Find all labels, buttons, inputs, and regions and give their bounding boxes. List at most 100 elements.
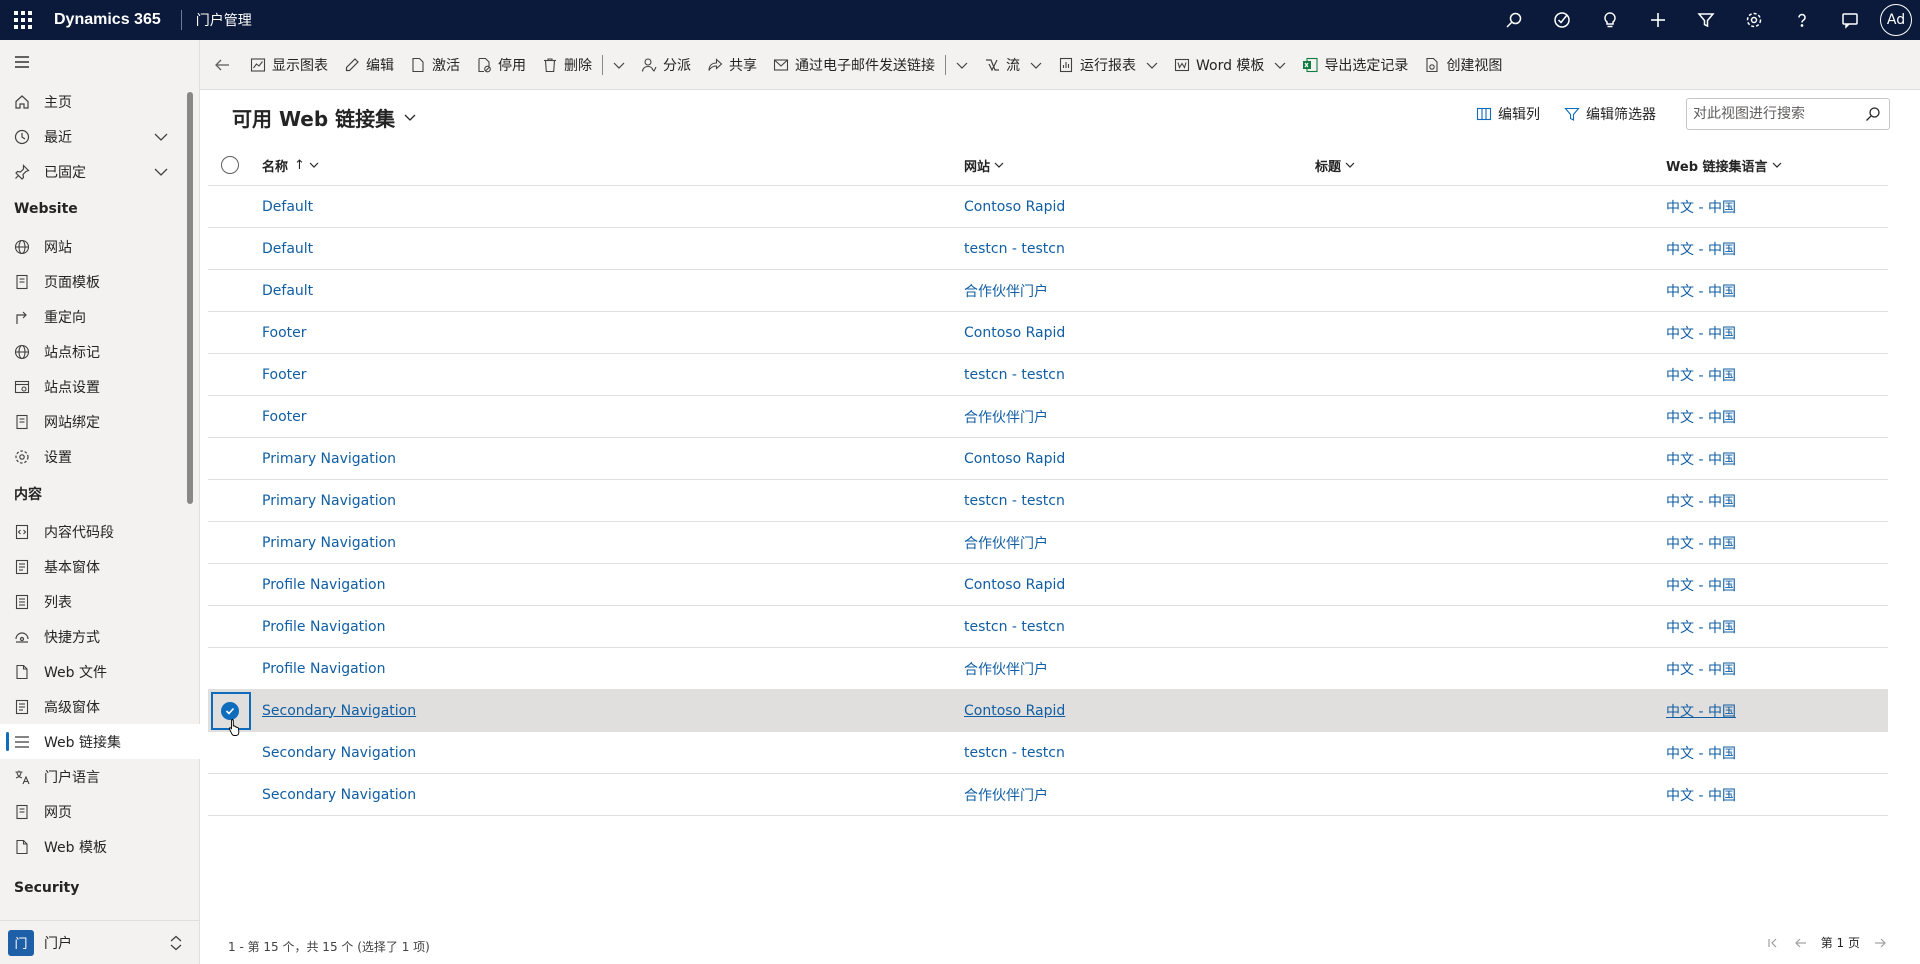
- nav-item-recent[interactable]: 最近: [0, 119, 200, 154]
- run-report-button[interactable]: 运行报表: [1050, 49, 1138, 81]
- report-dropdown-button[interactable]: [1138, 49, 1166, 81]
- cell-website[interactable]: Contoso Rapid: [964, 690, 1065, 731]
- first-page-button[interactable]: [1759, 937, 1787, 949]
- cell-language[interactable]: 中文 - 中国: [1666, 606, 1736, 647]
- avatar[interactable]: Ad: [1880, 4, 1912, 36]
- cell-name[interactable]: Default: [262, 186, 313, 227]
- cell-name[interactable]: Primary Navigation: [262, 480, 396, 521]
- previous-page-button[interactable]: [1787, 937, 1815, 949]
- search-button[interactable]: [1490, 0, 1538, 40]
- chat-button[interactable]: [1826, 0, 1874, 40]
- settings-button[interactable]: [1730, 0, 1778, 40]
- cell-website[interactable]: Contoso Rapid: [964, 312, 1065, 353]
- row-checkbox[interactable]: [208, 270, 252, 311]
- row-checkbox[interactable]: [208, 522, 252, 563]
- flow-button[interactable]: 流: [976, 49, 1022, 81]
- area-name[interactable]: 门户管理: [190, 10, 252, 30]
- nav-item-site-settings[interactable]: 站点设置: [0, 369, 200, 404]
- table-row[interactable]: Primary Navigation Contoso Rapid 中文 - 中国: [208, 438, 1888, 480]
- table-row[interactable]: Default Contoso Rapid 中文 - 中国: [208, 186, 1888, 228]
- nav-item-pinned[interactable]: 已固定: [0, 154, 200, 189]
- email-dropdown-button[interactable]: [948, 49, 976, 81]
- cell-website[interactable]: testcn - testcn: [964, 732, 1065, 773]
- cell-language[interactable]: 中文 - 中国: [1666, 648, 1736, 689]
- show-chart-button[interactable]: 显示图表: [242, 49, 336, 81]
- cell-website[interactable]: 合作伙伴门户: [964, 774, 1048, 815]
- cell-website[interactable]: 合作伙伴门户: [964, 396, 1048, 437]
- row-checkbox[interactable]: [208, 774, 252, 815]
- nav-item-portal-languages[interactable]: 门户语言: [0, 759, 200, 794]
- view-selector[interactable]: 可用 Web 链接集: [232, 102, 417, 132]
- cell-name[interactable]: Secondary Navigation: [262, 732, 416, 773]
- cell-language[interactable]: 中文 - 中国: [1666, 690, 1736, 731]
- row-checkbox[interactable]: [208, 186, 252, 227]
- activate-button[interactable]: 激活: [402, 49, 468, 81]
- nav-item-websites[interactable]: 网站: [0, 229, 200, 264]
- row-checkbox[interactable]: [208, 606, 252, 647]
- nav-item-advanced-forms[interactable]: 高级窗体: [0, 689, 200, 724]
- row-checkbox[interactable]: [208, 228, 252, 269]
- nav-item-lists[interactable]: 列表: [0, 584, 200, 619]
- edit-filters-button[interactable]: 编辑筛选器: [1552, 104, 1668, 124]
- table-row[interactable]: Footer testcn - testcn 中文 - 中国: [208, 354, 1888, 396]
- row-checkbox[interactable]: [208, 564, 252, 605]
- table-row[interactable]: Default testcn - testcn 中文 - 中国: [208, 228, 1888, 270]
- column-header-name[interactable]: 名称 ↑: [262, 144, 319, 186]
- chevron-down-icon[interactable]: [403, 110, 417, 124]
- filter-button[interactable]: [1682, 0, 1730, 40]
- row-checkbox[interactable]: [208, 354, 252, 395]
- cell-language[interactable]: 中文 - 中国: [1666, 480, 1736, 521]
- email-link-button[interactable]: 通过电子邮件发送链接: [765, 49, 943, 81]
- table-row[interactable]: Primary Navigation testcn - testcn 中文 - 中国: [208, 480, 1888, 522]
- back-button[interactable]: [202, 49, 242, 81]
- chevron-down-icon[interactable]: [154, 130, 168, 144]
- nav-item-website-bindings[interactable]: 网站绑定: [0, 404, 200, 439]
- cell-website[interactable]: Contoso Rapid: [964, 186, 1065, 227]
- task-button[interactable]: [1538, 0, 1586, 40]
- cell-name[interactable]: Default: [262, 228, 313, 269]
- cell-name[interactable]: Primary Navigation: [262, 438, 396, 479]
- cell-name[interactable]: Profile Navigation: [262, 606, 386, 647]
- next-page-button[interactable]: [1866, 937, 1894, 949]
- column-header-language[interactable]: Web 链接集语言: [1666, 144, 1782, 186]
- table-row[interactable]: Profile Navigation Contoso Rapid 中文 - 中国: [208, 564, 1888, 606]
- table-row[interactable]: Default 合作伙伴门户 中文 - 中国: [208, 270, 1888, 312]
- nav-item-redirects[interactable]: 重定向: [0, 299, 200, 334]
- export-selected-button[interactable]: 导出选定记录: [1294, 49, 1416, 81]
- table-row[interactable]: Profile Navigation 合作伙伴门户 中文 - 中国: [208, 648, 1888, 690]
- table-row[interactable]: Footer 合作伙伴门户 中文 - 中国: [208, 396, 1888, 438]
- share-button[interactable]: 共享: [699, 49, 765, 81]
- word-dropdown-button[interactable]: [1266, 49, 1294, 81]
- nav-item-settings[interactable]: 设置: [0, 439, 200, 474]
- table-row[interactable]: Profile Navigation testcn - testcn 中文 - 中国: [208, 606, 1888, 648]
- edit-button[interactable]: 编辑: [336, 49, 402, 81]
- app-launcher-button[interactable]: [0, 0, 46, 40]
- row-checkbox[interactable]: [208, 438, 252, 479]
- cell-website[interactable]: testcn - testcn: [964, 606, 1065, 647]
- chevron-down-icon[interactable]: [154, 165, 168, 179]
- lightbulb-button[interactable]: [1586, 0, 1634, 40]
- nav-scrollbar[interactable]: [187, 92, 193, 504]
- word-template-button[interactable]: Word 模板: [1166, 49, 1266, 81]
- edit-columns-button[interactable]: 编辑列: [1464, 104, 1552, 124]
- table-row[interactable]: Primary Navigation 合作伙伴门户 中文 - 中国: [208, 522, 1888, 564]
- nav-item-home[interactable]: 主页: [0, 84, 200, 119]
- cell-name[interactable]: Secondary Navigation: [262, 774, 416, 815]
- cell-website[interactable]: 合作伙伴门户: [964, 522, 1048, 563]
- area-switcher[interactable]: 门 门户: [0, 920, 199, 964]
- cell-language[interactable]: 中文 - 中国: [1666, 438, 1736, 479]
- cell-language[interactable]: 中文 - 中国: [1666, 774, 1736, 815]
- table-row[interactable]: Secondary Navigation testcn - testcn 中文 - …: [208, 732, 1888, 774]
- row-checkbox[interactable]: [208, 396, 252, 437]
- cell-language[interactable]: 中文 - 中国: [1666, 186, 1736, 227]
- cell-language[interactable]: 中文 - 中国: [1666, 396, 1736, 437]
- cell-website[interactable]: Contoso Rapid: [964, 564, 1065, 605]
- cell-website[interactable]: 合作伙伴门户: [964, 648, 1048, 689]
- cell-name[interactable]: Footer: [262, 396, 307, 437]
- row-checkbox[interactable]: [208, 732, 252, 773]
- cell-language[interactable]: 中文 - 中国: [1666, 732, 1736, 773]
- search-icon[interactable]: [1865, 106, 1881, 122]
- cell-name[interactable]: Primary Navigation: [262, 522, 396, 563]
- cell-language[interactable]: 中文 - 中国: [1666, 354, 1736, 395]
- column-header-website[interactable]: 网站: [964, 144, 1004, 186]
